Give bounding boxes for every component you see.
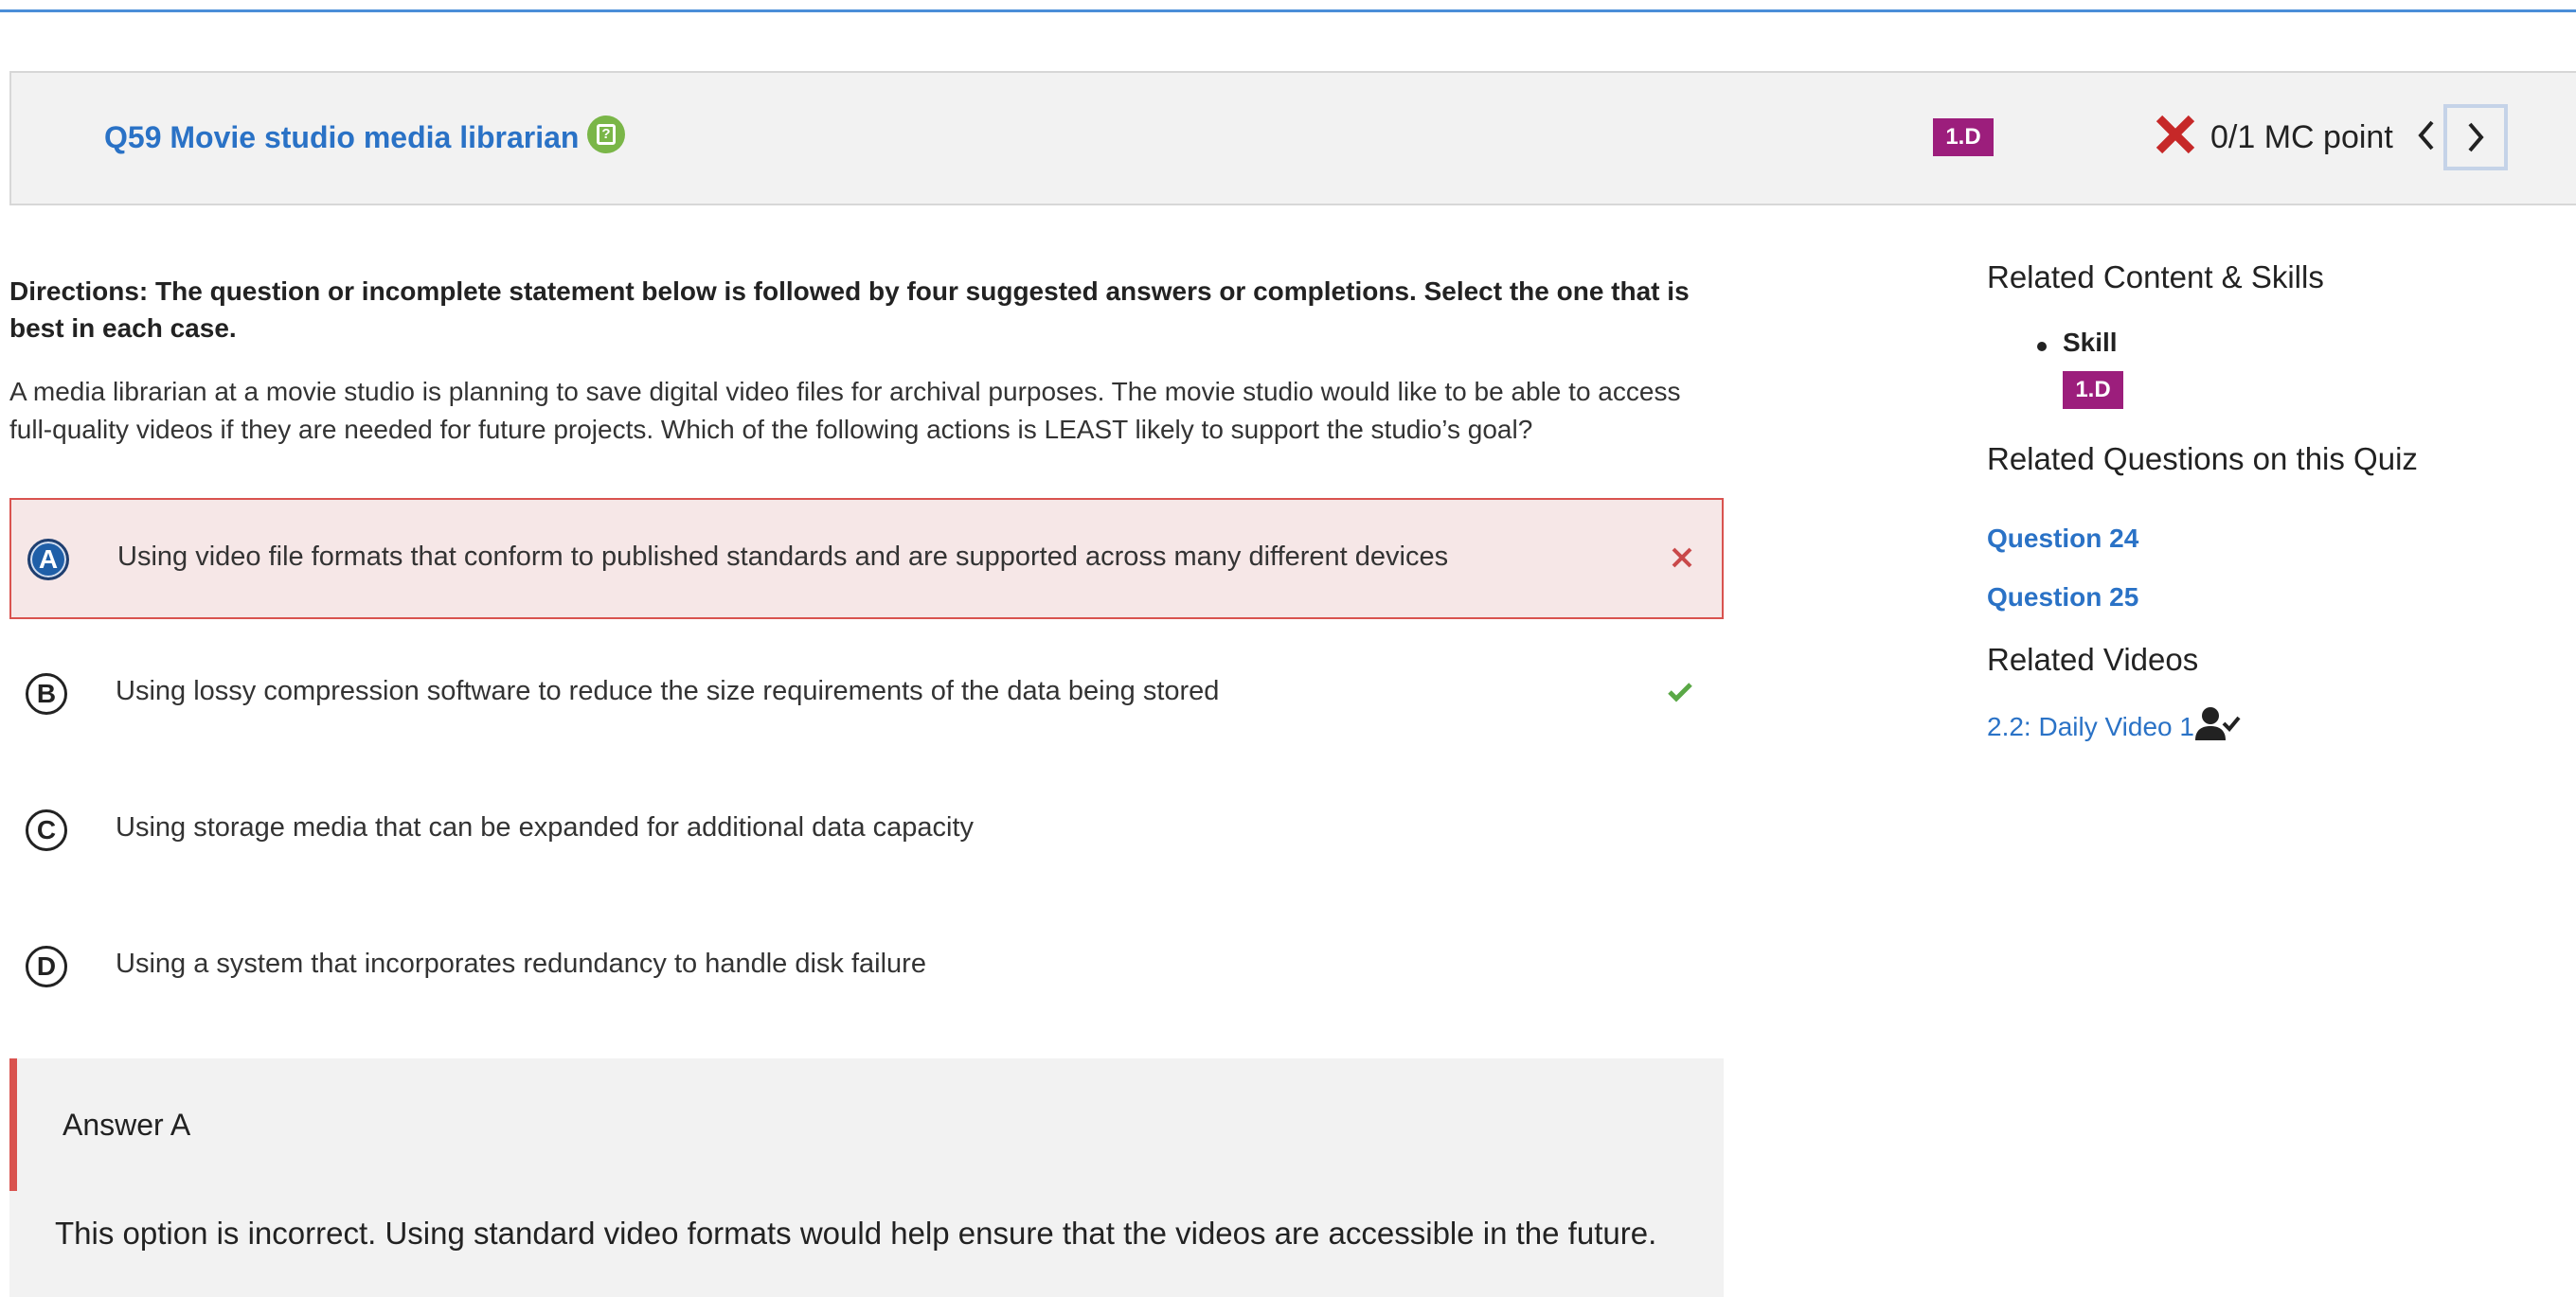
feedback-accent-bar — [9, 1058, 17, 1191]
choice-text-d: Using a system that incorporates redunda… — [116, 949, 926, 979]
choice-text-c: Using storage media that can be expanded… — [116, 812, 975, 843]
choice-letter-b: B — [26, 673, 67, 715]
skill-label: Skill — [2063, 328, 2118, 357]
answer-choice-c[interactable]: C Using storage media that can be expand… — [9, 771, 1724, 892]
person-check-icon — [2195, 707, 2241, 740]
question-stem: A media librarian at a movie studio is p… — [9, 377, 1681, 444]
incorrect-x-icon — [1672, 547, 1692, 568]
sidebar-skill-badge[interactable]: 1.D — [2063, 371, 2123, 409]
related-question-link[interactable]: Question 25 — [1987, 582, 2138, 613]
choice-letter-c: C — [26, 809, 67, 851]
choice-text-b: Using lossy compression software to redu… — [116, 676, 1220, 706]
answer-feedback: Answer A This option is incorrect. Using… — [9, 1058, 1724, 1297]
answer-choice-d[interactable]: D Using a system that incorporates redun… — [9, 907, 1724, 1028]
answer-choice-b[interactable]: B Using lossy compression software to re… — [9, 634, 1724, 755]
skill-badge[interactable]: 1.D — [1933, 118, 1994, 156]
correct-check-icon — [1668, 683, 1692, 702]
question-clipboard-icon: ? — [587, 115, 625, 153]
question-directions: Directions: The question or incomplete s… — [9, 276, 1690, 343]
question-title[interactable]: Q59 Movie studio media librarian — [104, 120, 579, 155]
bullet-icon — [2037, 342, 2047, 351]
next-question-button[interactable] — [2443, 104, 2508, 170]
related-questions-heading: Related Questions on this Quiz — [1987, 441, 2418, 476]
related-content-heading: Related Content & Skills — [1987, 259, 2324, 294]
prev-question-button[interactable] — [2407, 115, 2445, 156]
chevron-right-icon — [2468, 122, 2484, 152]
choice-text-a: Using video file formats that conform to… — [117, 542, 1449, 572]
choice-letter-a: A — [27, 539, 69, 580]
choice-letter-d: D — [26, 946, 67, 987]
chevron-left-icon — [2418, 120, 2434, 151]
related-question-link[interactable]: Question 24 — [1987, 524, 2138, 554]
top-accent-line — [0, 9, 2576, 12]
related-video-link[interactable]: 2.2: Daily Video 1 — [1987, 712, 2194, 742]
score-text: 0/1 MC point — [2210, 119, 2393, 155]
answer-choice-a[interactable]: A Using video file formats that conform … — [9, 498, 1724, 619]
related-videos-heading: Related Videos — [1987, 642, 2199, 677]
red-x-icon — [2156, 115, 2195, 154]
feedback-body: This option is incorrect. Using standard… — [55, 1216, 1657, 1251]
question-header: Q59 Movie studio media librarian ? 1.D 0… — [9, 71, 2576, 205]
feedback-heading: Answer A — [63, 1108, 191, 1142]
